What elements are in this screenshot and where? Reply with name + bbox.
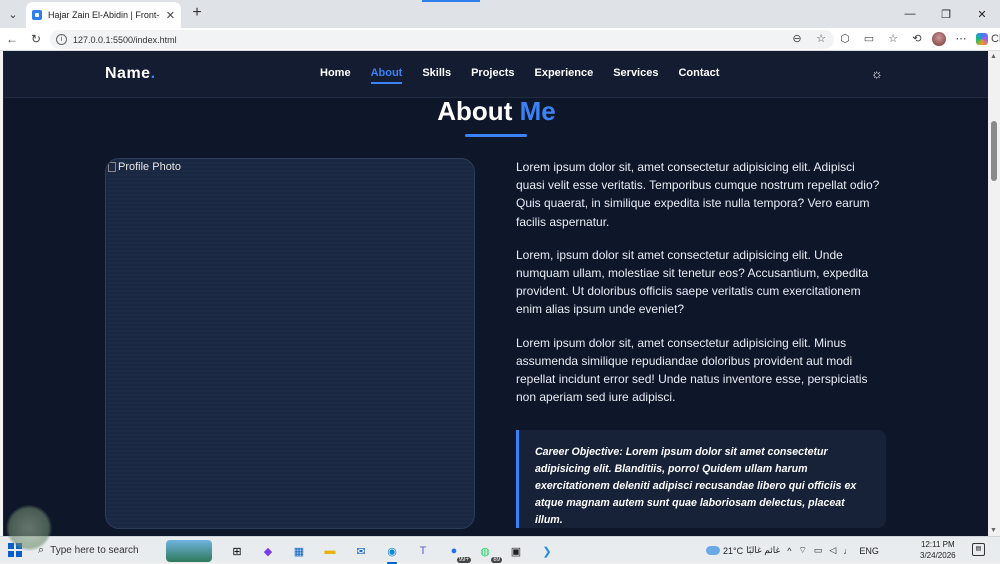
window-controls: — ❐ ✕ — [892, 0, 1000, 28]
broken-image-icon — [108, 162, 116, 172]
windows-taskbar: ⌕ Type here to search ⊞ ◆ ▦ ▬ ✉ ◉ T ● 99+… — [0, 536, 1000, 564]
site-favicon-icon — [32, 10, 42, 20]
whatsapp-icon[interactable]: ◍ 89 — [474, 540, 502, 563]
nav-about[interactable]: About — [370, 67, 403, 84]
language-indicator[interactable]: ENG — [859, 546, 879, 556]
browser-tab[interactable]: Hajar Zain El-Abidin | Front-End De ✕ — [26, 2, 181, 28]
theme-toggle-sun-icon[interactable]: ☼ — [870, 67, 884, 81]
about-paragraph-3: Lorem ipsum dolor sit, amet consectetur … — [516, 335, 868, 405]
network-icon[interactable]: ⌔ — [798, 545, 806, 556]
address-bar-actions: ⊖ ☆ — [790, 31, 828, 47]
tab-title: Hajar Zain El-Abidin | Front-End De — [48, 10, 160, 20]
browser-badge-app-icon[interactable]: ● 99+ — [443, 540, 471, 563]
app-badge-count: 99+ — [456, 557, 471, 563]
show-hidden-icons-chevron-icon[interactable]: ^ — [787, 546, 791, 556]
toolbar-right: ⬡ ▭ ☆ ⟲ ⋯ Chat — [836, 30, 1000, 48]
search-placeholder[interactable]: Type here to search — [50, 545, 138, 556]
edge-browser-icon[interactable]: ◉ — [381, 540, 403, 564]
profile-photo: Profile Photo — [105, 158, 475, 529]
site-header: Name. Home About Skills Projects Experie… — [4, 51, 988, 98]
favorites-icon[interactable]: ☆ — [884, 30, 902, 48]
about-paragraph-1: Lorem ipsum dolor sit, amet consectetur … — [516, 160, 880, 229]
search-highlight-image[interactable] — [166, 539, 212, 562]
photo-alt-text: Profile Photo — [118, 161, 181, 173]
minimize-icon[interactable]: — — [892, 0, 928, 28]
close-tab-icon[interactable]: ✕ — [166, 9, 175, 22]
maximize-icon[interactable]: ❐ — [928, 0, 964, 28]
about-heading-accent: Me — [519, 96, 556, 126]
reload-icon[interactable]: ↻ — [28, 31, 44, 47]
address-text[interactable]: 127.0.0.1:5500/index.html — [73, 35, 177, 45]
site-info-icon[interactable]: i — [56, 34, 67, 45]
more-menu-icon[interactable]: ⋯ — [952, 30, 970, 48]
about-heading-main: About — [437, 96, 513, 126]
new-tab-plus-icon[interactable]: + — [188, 5, 206, 23]
vscode-icon[interactable]: ❯ — [536, 540, 558, 562]
extensions-icon[interactable]: ⬡ — [836, 30, 854, 48]
browser-tab-bar: ⌄ Hajar Zain El-Abidin | Front-End De ✕ … — [0, 0, 1000, 28]
copilot-icon — [976, 33, 988, 45]
task-view-icon[interactable]: ⊞ — [226, 540, 248, 562]
reading-mode-icon[interactable]: ⊖ — [790, 31, 804, 47]
copilot-chat-button[interactable]: Chat — [976, 30, 1000, 48]
scrollbar-thumb[interactable] — [991, 121, 997, 181]
nav-services[interactable]: Services — [613, 67, 658, 84]
corner-watermark-logo — [6, 505, 52, 551]
nav-projects[interactable]: Projects — [471, 67, 514, 84]
about-text: Lorem ipsum dolor sit, amet consectetur … — [516, 158, 886, 421]
history-icon[interactable]: ⟲ — [908, 30, 926, 48]
nav-contact[interactable]: Contact — [678, 67, 719, 84]
clock-time: 12:11 PM — [920, 540, 955, 549]
tab-list-chevron-icon[interactable]: ⌄ — [4, 5, 22, 23]
nav-skills[interactable]: Skills — [422, 67, 451, 84]
page-viewport: Name. Home About Skills Projects Experie… — [3, 51, 988, 536]
logo-dot: . — [150, 65, 156, 82]
broken-image-alt: Profile Photo — [108, 161, 181, 173]
teams-icon[interactable]: T — [412, 540, 434, 562]
close-window-icon[interactable]: ✕ — [964, 0, 1000, 28]
microphone-icon[interactable]: ♩ — [843, 546, 852, 556]
career-label: Career Objective: — [535, 446, 623, 458]
career-objective-text: Career Objective: Lorem ipsum dolor sit … — [535, 444, 872, 529]
copilot-app-icon[interactable]: ◆ — [257, 540, 279, 562]
terminal-icon[interactable]: ▣ — [505, 540, 527, 562]
scroll-up-arrow-icon[interactable]: ▲ — [990, 53, 997, 60]
profile-avatar[interactable] — [932, 32, 946, 46]
clock-date: 3/24/2026 — [920, 551, 956, 560]
outlook-icon[interactable]: ✉ — [350, 540, 372, 562]
volume-icon[interactable]: ◁ — [829, 545, 836, 556]
battery-icon[interactable]: ▭ — [814, 545, 823, 556]
logo-text: Name — [105, 65, 151, 82]
taskbar-apps: ⊞ ◆ ▦ ▬ ✉ ◉ T ● 99+ ◍ 89 ▣ ❯ — [226, 540, 558, 564]
heading-underline — [465, 134, 527, 137]
site-logo[interactable]: Name. — [105, 65, 156, 83]
page-scrollbar[interactable]: ▲ ▼ — [988, 51, 1000, 536]
nav-home[interactable]: Home — [320, 67, 351, 84]
main-nav: Home About Skills Projects Experience Se… — [320, 67, 719, 84]
copilot-label: Chat — [991, 33, 1000, 45]
cloud-icon — [706, 546, 720, 555]
favorite-star-icon[interactable]: ☆ — [814, 31, 828, 47]
career-body: Lorem ipsum dolor sit amet consectetur a… — [535, 446, 857, 526]
tab-loading-indicator — [422, 0, 480, 2]
taskbar-search[interactable]: ⌕ Type here to search — [30, 537, 220, 564]
about-paragraph-2: Lorem, ipsum dolor sit amet consectetur … — [516, 247, 869, 317]
browser-toolbar: ← ↻ i 127.0.0.1:5500/index.html ⊖ ☆ ⬡ ▭ … — [0, 28, 1000, 51]
about-heading: About Me — [4, 96, 988, 127]
career-objective-card: Career Objective: Lorem ipsum dolor sit … — [516, 430, 886, 528]
store-icon[interactable]: ▦ — [288, 540, 310, 562]
file-explorer-icon[interactable]: ▬ — [319, 540, 341, 562]
system-tray: 21°C غائم غالبًا ^ ⌔ ▭ ◁ ♩ ENG — [706, 537, 879, 564]
back-arrow-icon[interactable]: ← — [4, 31, 20, 47]
nav-experience[interactable]: Experience — [535, 67, 594, 84]
whatsapp-badge-count: 89 — [491, 557, 502, 563]
scroll-down-arrow-icon[interactable]: ▼ — [990, 527, 997, 534]
address-bar[interactable]: i 127.0.0.1:5500/index.html — [50, 30, 834, 49]
weather-widget[interactable]: 21°C غائم غالبًا — [706, 545, 780, 556]
weather-temp: 21°C — [723, 545, 744, 556]
weather-desc: غائم غالبًا — [746, 545, 781, 555]
notification-center-icon[interactable]: ▤ — [972, 543, 985, 556]
split-screen-icon[interactable]: ▭ — [860, 30, 878, 48]
clock[interactable]: 12:11 PM 3/24/2026 — [920, 539, 956, 561]
